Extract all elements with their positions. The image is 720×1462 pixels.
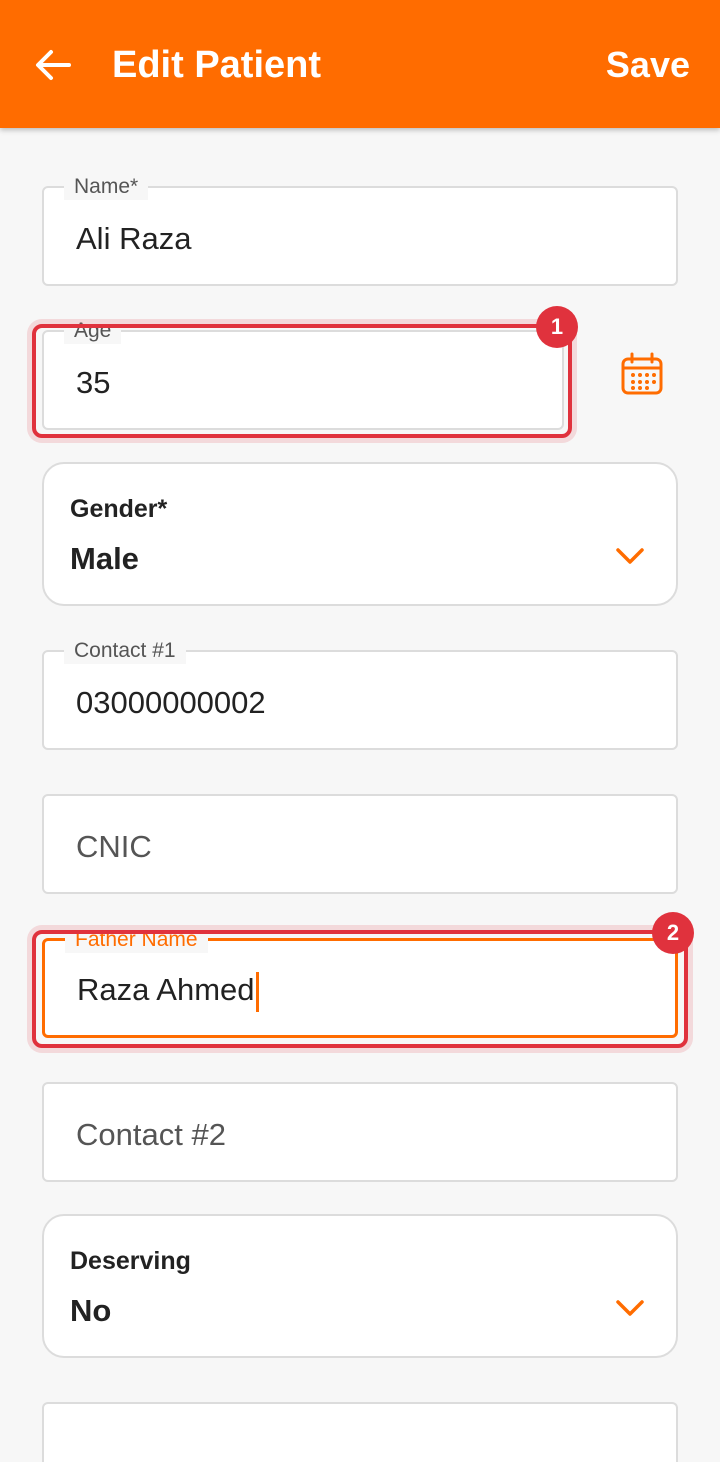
father-name-highlight — [32, 930, 688, 1048]
back-button[interactable] — [30, 40, 76, 90]
contact1-field-value: 03000000002 — [76, 685, 266, 720]
contact2-placeholder: Contact #2 — [76, 1117, 226, 1152]
chevron-down-icon — [616, 1300, 644, 1316]
chevron-down-icon — [616, 548, 644, 564]
calendar-button[interactable] — [616, 348, 668, 400]
app-bar: Edit Patient Save — [0, 0, 720, 128]
cnic-field[interactable]: CNIC — [42, 794, 678, 894]
contact2-field[interactable]: Contact #2 — [42, 1082, 678, 1182]
deserving-label: Deserving — [70, 1247, 191, 1275]
gender-dropdown[interactable]: Gender* Male — [42, 462, 678, 606]
deserving-value: No — [70, 1293, 112, 1328]
page-title: Edit Patient — [112, 44, 322, 86]
deserving-dropdown[interactable]: Deserving No — [42, 1214, 678, 1358]
age-field-highlight — [32, 324, 572, 438]
save-button[interactable]: Save — [606, 42, 690, 88]
name-field-value: Ali Raza — [76, 221, 192, 256]
name-field[interactable]: Name* Ali Raza — [42, 174, 678, 286]
annotation-badge-2: 2 — [652, 912, 694, 954]
annotation-badge-1: 1 — [536, 306, 578, 348]
name-field-label: Name* — [64, 174, 149, 200]
gender-value: Male — [70, 541, 139, 576]
contact1-field-label: Contact #1 — [64, 638, 186, 664]
arrow-left-icon — [36, 50, 71, 80]
next-field[interactable] — [42, 1402, 678, 1462]
contact1-field[interactable]: Contact #1 03000000002 — [42, 638, 678, 750]
gender-label: Gender* — [70, 495, 168, 523]
cnic-placeholder: CNIC — [76, 829, 152, 864]
calendar-icon — [621, 352, 663, 395]
